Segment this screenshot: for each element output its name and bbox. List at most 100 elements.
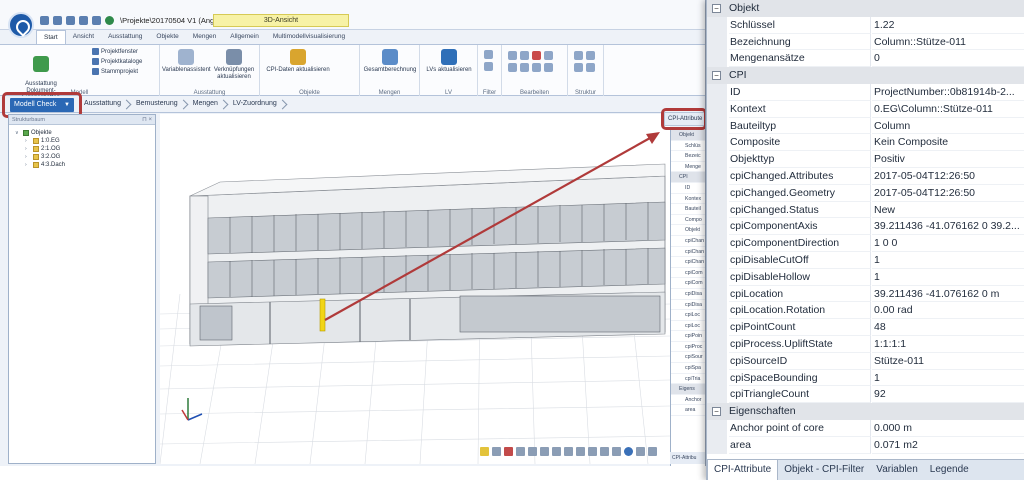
- property-row[interactable]: Mengenansätze 0: [707, 50, 1024, 68]
- view-iso-icon[interactable]: [600, 447, 609, 456]
- projektkataloge-button[interactable]: Projektkataloge: [92, 58, 142, 65]
- tab-objekt-cpi-filter[interactable]: Objekt - CPI-Filter: [778, 460, 870, 480]
- property-row[interactable]: cpiDisableCutOff 1: [707, 252, 1024, 269]
- step-ausstattung[interactable]: Ausstattung: [78, 100, 130, 107]
- property-value[interactable]: Column: [872, 118, 1024, 135]
- rotate-icon[interactable]: [552, 447, 561, 456]
- view-top-icon[interactable]: [588, 447, 597, 456]
- property-row[interactable]: cpiPointCount 48: [707, 319, 1024, 336]
- tree-item[interactable]: › 1:0.EG: [15, 137, 155, 145]
- tree-root[interactable]: ∨ Objekte: [15, 129, 155, 137]
- section-icon[interactable]: [492, 447, 501, 456]
- tab-start[interactable]: Start: [36, 30, 66, 44]
- tab-variablen[interactable]: Variablen: [870, 460, 924, 480]
- new-icon[interactable]: [40, 16, 49, 25]
- property-value[interactable]: 0.071 m2: [872, 437, 1024, 454]
- property-value[interactable]: 1.22: [872, 17, 1024, 34]
- property-row[interactable]: cpiDisableHollow 1: [707, 268, 1024, 286]
- tree-item[interactable]: › 3:2.OG: [15, 153, 155, 161]
- property-row[interactable]: Bauteiltyp Column: [707, 117, 1024, 135]
- collapse-icon[interactable]: −: [712, 71, 721, 81]
- expand-icon[interactable]: ›: [25, 137, 31, 145]
- chevron-up-icon[interactable]: [574, 63, 583, 72]
- 3d-viewport[interactable]: [160, 114, 670, 464]
- zoom-extents-icon[interactable]: [516, 447, 525, 456]
- step-lv-zuordnung[interactable]: LV-Zuordnung: [227, 100, 286, 107]
- property-row[interactable]: area 0.071 m2: [707, 436, 1024, 454]
- property-value[interactable]: 2017-05-04T12:26:50: [872, 185, 1024, 202]
- variablenassistent-button[interactable]: Variablenassistent: [162, 49, 211, 74]
- lvs-aktualisieren-button[interactable]: LVs aktualisieren: [422, 49, 476, 74]
- merge-icon[interactable]: [532, 63, 541, 72]
- group-icon[interactable]: [508, 63, 517, 72]
- arrow-right-icon[interactable]: [544, 63, 553, 72]
- filter-clear-icon[interactable]: [484, 62, 493, 71]
- view-side-icon[interactable]: [576, 447, 585, 456]
- property-row[interactable]: Kontext 0.EG\Column::Stütze-011: [707, 100, 1024, 118]
- undo-icon[interactable]: [79, 16, 88, 25]
- context-tab-3d-view[interactable]: 3D-Ansicht: [213, 14, 349, 27]
- save-icon[interactable]: [66, 16, 75, 25]
- property-value[interactable]: Column::Stütze-011: [872, 34, 1024, 51]
- tab-mengen[interactable]: Mengen: [186, 30, 224, 44]
- property-row[interactable]: Schlüssel 1.22: [707, 16, 1024, 34]
- pin-icon[interactable]: ⊓ ×: [142, 115, 152, 125]
- property-value[interactable]: 1: [872, 370, 1024, 387]
- property-value[interactable]: 2017-05-04T12:26:50: [872, 168, 1024, 185]
- filter-icon[interactable]: [484, 50, 493, 59]
- property-row[interactable]: ID ProjectNumber::0b81914b-2...: [707, 84, 1024, 101]
- property-row[interactable]: cpiChanged.Geometry 2017-05-04T12:26:50: [707, 184, 1024, 202]
- open-icon[interactable]: [53, 16, 62, 25]
- cpi-mini-footer-tab[interactable]: CPI-Attribu: [670, 452, 705, 464]
- clip-icon[interactable]: [504, 447, 513, 456]
- property-row[interactable]: cpiComponentAxis 39.211436 -41.076162 0 3…: [707, 218, 1024, 236]
- cpi-daten-button[interactable]: CPI-Daten aktualisieren: [262, 49, 334, 74]
- property-row[interactable]: Anchor point of core 0.000 m: [707, 420, 1024, 437]
- property-row[interactable]: cpiChanged.Attributes 2017-05-04T12:26:50: [707, 168, 1024, 185]
- category-eigenschaften[interactable]: − Eigenschaften: [707, 403, 1024, 420]
- property-value[interactable]: 1: [872, 269, 1024, 286]
- property-row[interactable]: cpiChanged.Status New: [707, 201, 1024, 219]
- collapse-icon[interactable]: ∨: [15, 129, 21, 137]
- property-value[interactable]: 48: [872, 319, 1024, 336]
- property-row[interactable]: Objekttyp Positiv: [707, 151, 1024, 168]
- copy-icon[interactable]: [508, 51, 517, 60]
- property-value[interactable]: ProjectNumber::0b81914b-2...: [872, 84, 1024, 101]
- redo-icon[interactable]: [92, 16, 101, 25]
- property-value[interactable]: 1:1:1:1: [872, 336, 1024, 353]
- tab-legende[interactable]: Legende: [924, 460, 975, 480]
- category-objekt[interactable]: − Objekt: [707, 0, 1024, 17]
- expand-icon[interactable]: ›: [25, 153, 31, 161]
- cpi-mini-title[interactable]: CPI-Attribute: [664, 112, 705, 126]
- property-row[interactable]: cpiSpaceBounding 1: [707, 369, 1024, 387]
- property-value[interactable]: Stütze-011: [872, 353, 1024, 370]
- property-row[interactable]: cpiProcess.UpliftState 1:1:1:1: [707, 336, 1024, 353]
- property-row[interactable]: Composite Kein Composite: [707, 134, 1024, 152]
- verknuepfungen-button[interactable]: Verknüpfungen aktualisieren: [210, 49, 258, 81]
- selected-column[interactable]: [319, 298, 326, 332]
- chevron-down-double-icon[interactable]: [586, 51, 595, 60]
- tab-cpi-attribute[interactable]: CPI-Attribute: [707, 460, 779, 480]
- property-row[interactable]: cpiLocation 39.211436 -41.076162 0 m: [707, 285, 1024, 303]
- pan-icon[interactable]: [540, 447, 549, 456]
- property-value[interactable]: 1: [872, 252, 1024, 269]
- property-value[interactable]: 1 0 0: [872, 235, 1024, 252]
- chevron-up-double-icon[interactable]: [586, 63, 595, 72]
- property-value[interactable]: 92: [872, 386, 1024, 404]
- property-row[interactable]: cpiLocation.Rotation 0.00 rad: [707, 302, 1024, 320]
- projektfenster-button[interactable]: Projektfenster: [92, 48, 138, 55]
- stammprojekt-button[interactable]: Stammprojekt: [92, 68, 138, 75]
- step-mengen[interactable]: Mengen: [187, 100, 227, 107]
- expand-icon[interactable]: ›: [25, 161, 31, 169]
- collapse-icon[interactable]: −: [712, 407, 721, 417]
- property-value[interactable]: 39.211436 -41.076162 0 m: [872, 286, 1024, 303]
- chevron-down-icon[interactable]: [574, 51, 583, 60]
- tab-ausstattung[interactable]: Ausstattung: [101, 30, 149, 44]
- light-icon[interactable]: [480, 447, 489, 456]
- property-value[interactable]: 0: [872, 50, 1024, 68]
- zoom-icon[interactable]: [528, 447, 537, 456]
- property-row[interactable]: cpiComponentDirection 1 0 0: [707, 235, 1024, 252]
- property-value[interactable]: New: [872, 202, 1024, 219]
- tab-objekte[interactable]: Objekte: [149, 30, 185, 44]
- gesamtberechnung-button[interactable]: Gesamtberechnung: [362, 49, 418, 74]
